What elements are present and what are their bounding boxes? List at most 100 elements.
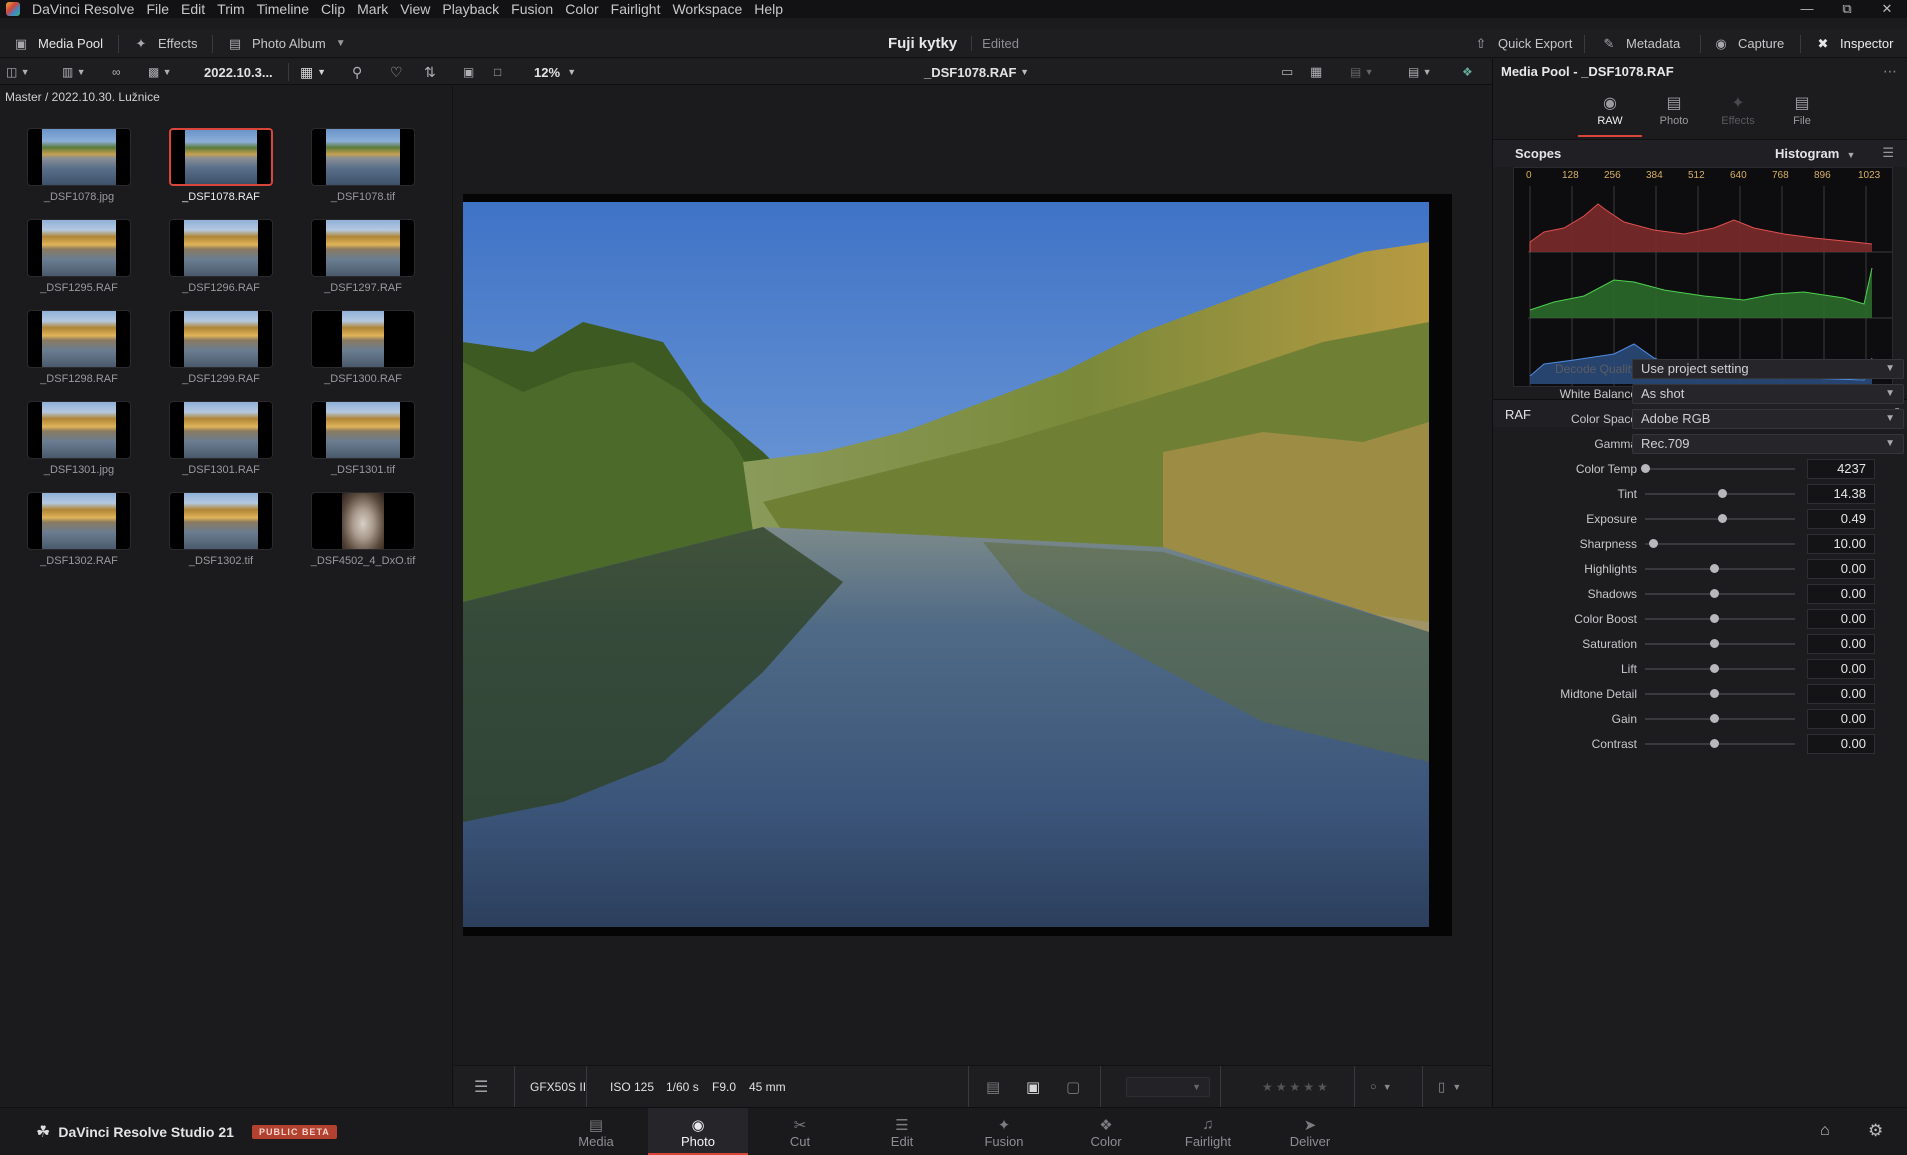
thumbnail-item[interactable]: _DSF1296.RAF: [167, 217, 275, 297]
slider-track[interactable]: [1645, 668, 1795, 670]
menu-clip[interactable]: Clip: [315, 1, 351, 17]
star-rating[interactable]: ★★★★★: [1262, 1066, 1331, 1108]
slider-track[interactable]: [1645, 693, 1795, 695]
slider-track[interactable]: [1645, 643, 1795, 645]
slider-handle[interactable]: [1710, 689, 1719, 698]
thumbnail-item[interactable]: _DSF1078.tif: [309, 126, 417, 206]
image-icon[interactable]: ▣: [1026, 1066, 1040, 1108]
setting-dropdown[interactable]: Rec.709 ▼: [1632, 434, 1904, 454]
slider-value-input[interactable]: 0.49: [1807, 509, 1875, 529]
zoom-dropdown[interactable]: 12% ▼: [534, 59, 576, 85]
overlay-icon[interactable]: ▤ ▼: [1408, 59, 1432, 85]
menu-playback[interactable]: Playback: [436, 1, 505, 17]
slider-track[interactable]: [1645, 468, 1795, 470]
menu-workspace[interactable]: Workspace: [666, 1, 748, 17]
photo-album-button[interactable]: ▤ Photo Album ▼: [226, 29, 346, 58]
page-fairlight[interactable]: ♫ Fairlight: [1158, 1108, 1258, 1155]
search-icon[interactable]: ⚲: [352, 59, 362, 85]
slider-track[interactable]: [1645, 593, 1795, 595]
page-fusion[interactable]: ✦ Fusion: [954, 1108, 1054, 1155]
slider-track[interactable]: [1645, 618, 1795, 620]
page-photo[interactable]: ◉ Photo: [648, 1108, 748, 1155]
thumbnail-item[interactable]: _DSF1299.RAF: [167, 308, 275, 388]
thumbnail-item[interactable]: _DSF1297.RAF: [309, 217, 417, 297]
slider-value-input[interactable]: 0.00: [1807, 734, 1875, 754]
tab-file[interactable]: ▤ File: [1770, 93, 1834, 137]
slider-handle[interactable]: [1710, 664, 1719, 673]
slider-value-input[interactable]: 10.00: [1807, 534, 1875, 554]
thumbnail-item-selected[interactable]: _DSF1078.RAF: [167, 126, 275, 206]
maximize-icon[interactable]: ⧉: [1827, 0, 1867, 18]
menu-trim[interactable]: Trim: [211, 1, 250, 17]
import-icon[interactable]: ▩ ▼: [148, 59, 172, 85]
thumbnail-item[interactable]: _DSF1301.RAF: [167, 399, 275, 479]
thumbnail-item[interactable]: _DSF1301.tif: [309, 399, 417, 479]
menu-timeline[interactable]: Timeline: [251, 1, 315, 17]
tab-raw[interactable]: ◉ RAW: [1578, 93, 1642, 137]
home-icon[interactable]: ⌂: [1820, 1122, 1830, 1140]
slider-value-input[interactable]: 4237: [1807, 459, 1875, 479]
page-media[interactable]: ▤ Media: [546, 1108, 646, 1155]
panel-toggle-icon[interactable]: ◫ ▼: [6, 59, 30, 85]
menu-edit[interactable]: Edit: [175, 1, 211, 17]
link-icon[interactable]: ∞: [112, 59, 121, 85]
menu-fairlight[interactable]: Fairlight: [605, 1, 667, 17]
page-edit[interactable]: ☰ Edit: [852, 1108, 952, 1155]
color-picker-icon[interactable]: ❖: [1462, 59, 1473, 85]
slider-handle[interactable]: [1718, 514, 1727, 523]
media-pool-button[interactable]: ▣ Media Pool: [12, 29, 103, 58]
slider-handle[interactable]: [1641, 464, 1650, 473]
thumbnail-item[interactable]: _DSF1295.RAF: [25, 217, 133, 297]
capture-button[interactable]: ◉ Capture: [1712, 29, 1784, 58]
slider-track[interactable]: [1645, 543, 1795, 545]
settings-gear-icon[interactable]: ⚙: [1868, 1121, 1883, 1141]
grid-view-icon[interactable]: ▦ ▼: [300, 59, 326, 85]
favorite-heart-icon[interactable]: ♡: [390, 59, 403, 85]
single-view-icon[interactable]: ▭: [1281, 59, 1293, 85]
metadata-button[interactable]: ✎ Metadata: [1600, 29, 1681, 58]
menu-mark[interactable]: Mark: [351, 1, 394, 17]
inspector-button[interactable]: ✖ Inspector: [1814, 29, 1894, 58]
slider-track[interactable]: [1645, 568, 1795, 570]
scope-settings-icon[interactable]: ☰: [1882, 145, 1894, 161]
slider-value-input[interactable]: 0.00: [1807, 634, 1875, 654]
thumbnail-item[interactable]: _DSF1298.RAF: [25, 308, 133, 388]
slider-handle[interactable]: [1718, 489, 1727, 498]
thumbnail-item[interactable]: _DSF1078.jpg: [25, 126, 133, 206]
tab-photo[interactable]: ▤ Photo: [1642, 93, 1706, 137]
slider-track[interactable]: [1645, 743, 1795, 745]
setting-dropdown[interactable]: Adobe RGB ▼: [1632, 409, 1904, 429]
slider-handle[interactable]: [1710, 589, 1719, 598]
bookmark-icon[interactable]: ▯ ▼: [1438, 1066, 1461, 1108]
page-deliver[interactable]: ➤ Deliver: [1260, 1108, 1360, 1155]
sort-icon[interactable]: ⇅: [424, 59, 436, 85]
new-bin-icon[interactable]: ▥ ▼: [62, 59, 86, 85]
menu-file[interactable]: File: [140, 1, 175, 17]
slider-handle[interactable]: [1710, 739, 1719, 748]
slider-value-input[interactable]: 14.38: [1807, 484, 1875, 504]
slider-value-input[interactable]: 0.00: [1807, 684, 1875, 704]
slider-value-input[interactable]: 0.00: [1807, 709, 1875, 729]
scope-type-dropdown[interactable]: Histogram ▼: [1775, 146, 1855, 161]
menu-help[interactable]: Help: [748, 1, 789, 17]
flag-circle-icon[interactable]: ○ ▼: [1370, 1066, 1392, 1108]
menu-view[interactable]: View: [394, 1, 436, 17]
close-icon[interactable]: ✕: [1867, 0, 1907, 18]
clip-name-dropdown[interactable]: _DSF1078.RAF ▼: [924, 59, 1029, 85]
slider-value-input[interactable]: 0.00: [1807, 659, 1875, 679]
slider-value-input[interactable]: 0.00: [1807, 559, 1875, 579]
thumbnail-item[interactable]: _DSF1302.tif: [167, 490, 275, 570]
thumbnail-item[interactable]: _DSF1302.RAF: [25, 490, 133, 570]
remove-image-icon[interactable]: ▢: [1066, 1066, 1080, 1108]
slider-handle[interactable]: [1649, 539, 1658, 548]
menu-color[interactable]: Color: [559, 1, 604, 17]
thumbnail-item[interactable]: _DSF4502_4_DxO.tif: [309, 490, 417, 570]
slider-handle[interactable]: [1710, 714, 1719, 723]
adjust-sliders-icon[interactable]: ☰: [474, 1066, 488, 1108]
slider-value-input[interactable]: 0.00: [1807, 584, 1875, 604]
effects-button[interactable]: ✦ Effects: [132, 29, 198, 58]
thumbnail-item[interactable]: _DSF1300.RAF: [309, 308, 417, 388]
page-color[interactable]: ❖ Color: [1056, 1108, 1156, 1155]
quick-export-button[interactable]: ⇧ Quick Export: [1472, 29, 1573, 58]
slider-track[interactable]: [1645, 718, 1795, 720]
